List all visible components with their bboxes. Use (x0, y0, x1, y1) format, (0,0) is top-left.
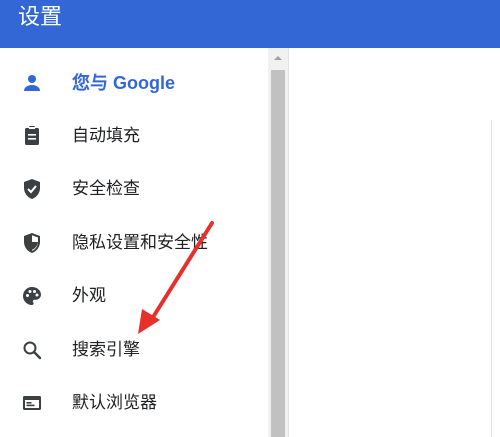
settings-card (491, 120, 500, 437)
sidebar-item-label: 自动填充 (72, 126, 140, 146)
sidebar-item-search-engine[interactable]: 搜索引擎 (0, 330, 268, 370)
browser-window-icon (20, 391, 44, 415)
settings-header: 设置 (0, 0, 500, 48)
shield-half-icon (20, 231, 44, 255)
sidebar-item-label: 隐私设置和安全性 (72, 233, 208, 253)
sidebar-item-label: 您与 Google (72, 73, 175, 93)
person-icon (20, 71, 44, 95)
sidebar-item-appearance[interactable]: 外观 (0, 276, 268, 316)
search-icon (20, 338, 44, 362)
clipboard-icon (20, 124, 44, 148)
scrollbar-thumb[interactable] (271, 70, 285, 437)
sidebar-item-default-browser[interactable]: 默认浏览器 (0, 383, 268, 423)
page-title: 设置 (18, 5, 63, 30)
sidebar-item-label: 外观 (72, 286, 106, 306)
sidebar-item-you-and-google[interactable]: 您与 Google (0, 63, 268, 103)
sidebar-scrollbar[interactable] (268, 48, 288, 437)
palette-icon (20, 284, 44, 308)
main-content (289, 48, 500, 437)
sidebar-item-label: 默认浏览器 (72, 393, 157, 413)
sidebar-item-autofill[interactable]: 自动填充 (0, 116, 268, 156)
shield-check-icon (20, 177, 44, 201)
settings-sidebar: 您与 Google 自动填充 安全检查 隐私设置和安全性 外观 搜索引擎 默认浏… (0, 48, 272, 437)
sidebar-item-label: 搜索引擎 (72, 340, 140, 360)
sidebar-item-privacy-security[interactable]: 隐私设置和安全性 (0, 223, 268, 263)
sidebar-item-safety-check[interactable]: 安全检查 (0, 169, 268, 209)
sidebar-item-label: 安全检查 (72, 179, 140, 199)
scroll-up-arrow-icon[interactable] (268, 48, 288, 68)
